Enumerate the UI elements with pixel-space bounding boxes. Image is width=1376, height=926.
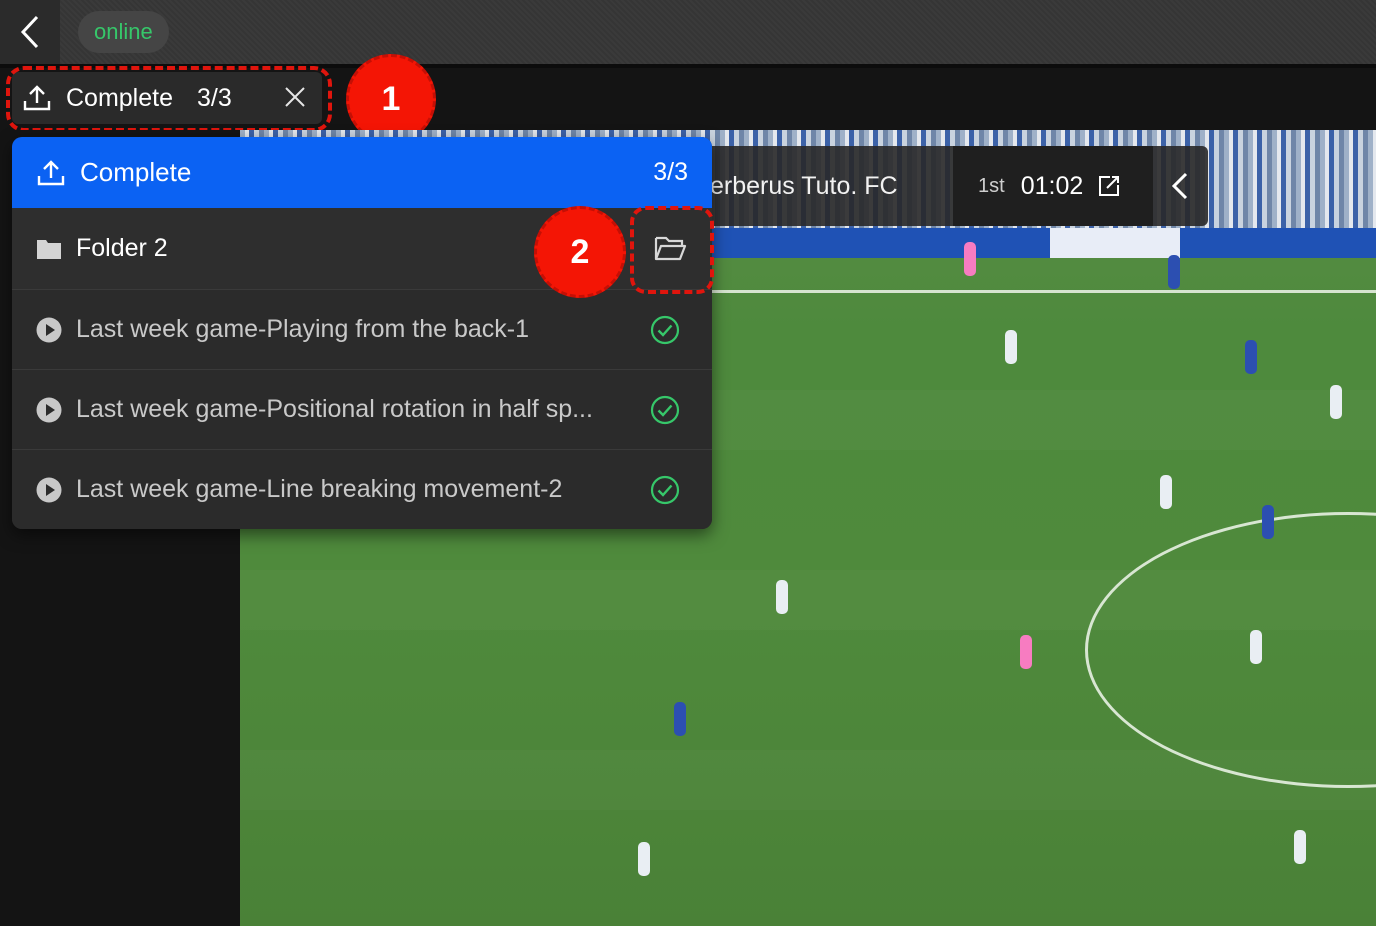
upload-item-title: Last week game-Playing from the back-1 bbox=[76, 315, 529, 343]
referee bbox=[1020, 635, 1032, 669]
upload-item-title: Last week game-Line breaking movement-2 bbox=[76, 475, 563, 503]
player bbox=[1160, 475, 1172, 509]
match-half: 1st bbox=[978, 174, 1005, 197]
upload-status-label: Complete bbox=[66, 83, 173, 112]
upload-dropdown-count: 3/3 bbox=[653, 158, 688, 186]
player bbox=[776, 580, 788, 614]
chevron-left-icon[interactable] bbox=[1160, 166, 1200, 206]
player bbox=[1330, 385, 1342, 419]
upload-dropdown-title: Complete bbox=[80, 157, 192, 187]
player bbox=[1250, 630, 1262, 664]
online-status-label: online bbox=[94, 19, 153, 44]
upload-dropdown: Complete 3/3 Folder 2 Last week game-Pla… bbox=[12, 137, 712, 529]
upload-list-item[interactable]: Last week game-Positional rotation in ha… bbox=[12, 370, 712, 450]
folder-icon bbox=[37, 239, 61, 259]
advertising-board bbox=[710, 228, 1376, 258]
center-circle bbox=[1085, 512, 1376, 788]
back-button[interactable] bbox=[0, 0, 60, 64]
touchline bbox=[710, 290, 1376, 293]
upload-icon bbox=[23, 85, 51, 111]
edit-icon[interactable] bbox=[1097, 174, 1121, 198]
play-circle-icon bbox=[36, 397, 62, 422]
upload-item-title: Last week game-Positional rotation in ha… bbox=[76, 395, 593, 423]
match-time-box: 1st 01:02 bbox=[953, 146, 1153, 226]
player bbox=[1245, 340, 1257, 374]
scoreboard-team-name: erberus Tuto. FC bbox=[710, 171, 898, 200]
chevron-left-icon bbox=[20, 15, 39, 49]
match-clock: 01:02 bbox=[1020, 171, 1084, 200]
top-bar bbox=[0, 0, 1376, 64]
upload-status-count: 3/3 bbox=[197, 83, 232, 112]
upload-status-chip[interactable]: Complete 3/3 bbox=[12, 72, 322, 124]
player bbox=[674, 702, 686, 736]
player bbox=[1005, 330, 1017, 364]
check-circle-icon bbox=[650, 315, 680, 345]
close-icon[interactable] bbox=[282, 84, 308, 110]
upload-list-item[interactable]: Last week game-Line breaking movement-2 bbox=[12, 450, 712, 529]
upload-list-item[interactable]: Last week game-Playing from the back-1 bbox=[12, 290, 712, 370]
upload-icon bbox=[37, 159, 65, 185]
check-circle-icon bbox=[650, 395, 680, 425]
player bbox=[1294, 830, 1306, 864]
player bbox=[1262, 505, 1274, 539]
online-status-badge: online bbox=[78, 11, 169, 53]
folder-name: Folder 2 bbox=[76, 234, 168, 262]
player bbox=[638, 842, 650, 876]
player bbox=[1168, 255, 1180, 289]
upload-dropdown-header[interactable]: Complete 3/3 bbox=[12, 137, 712, 208]
folder-open-icon[interactable] bbox=[652, 230, 688, 266]
play-circle-icon bbox=[36, 317, 62, 342]
linesman bbox=[964, 242, 976, 276]
play-circle-icon bbox=[36, 477, 62, 502]
check-circle-icon bbox=[650, 475, 680, 505]
folder-row: Folder 2 bbox=[12, 208, 712, 290]
